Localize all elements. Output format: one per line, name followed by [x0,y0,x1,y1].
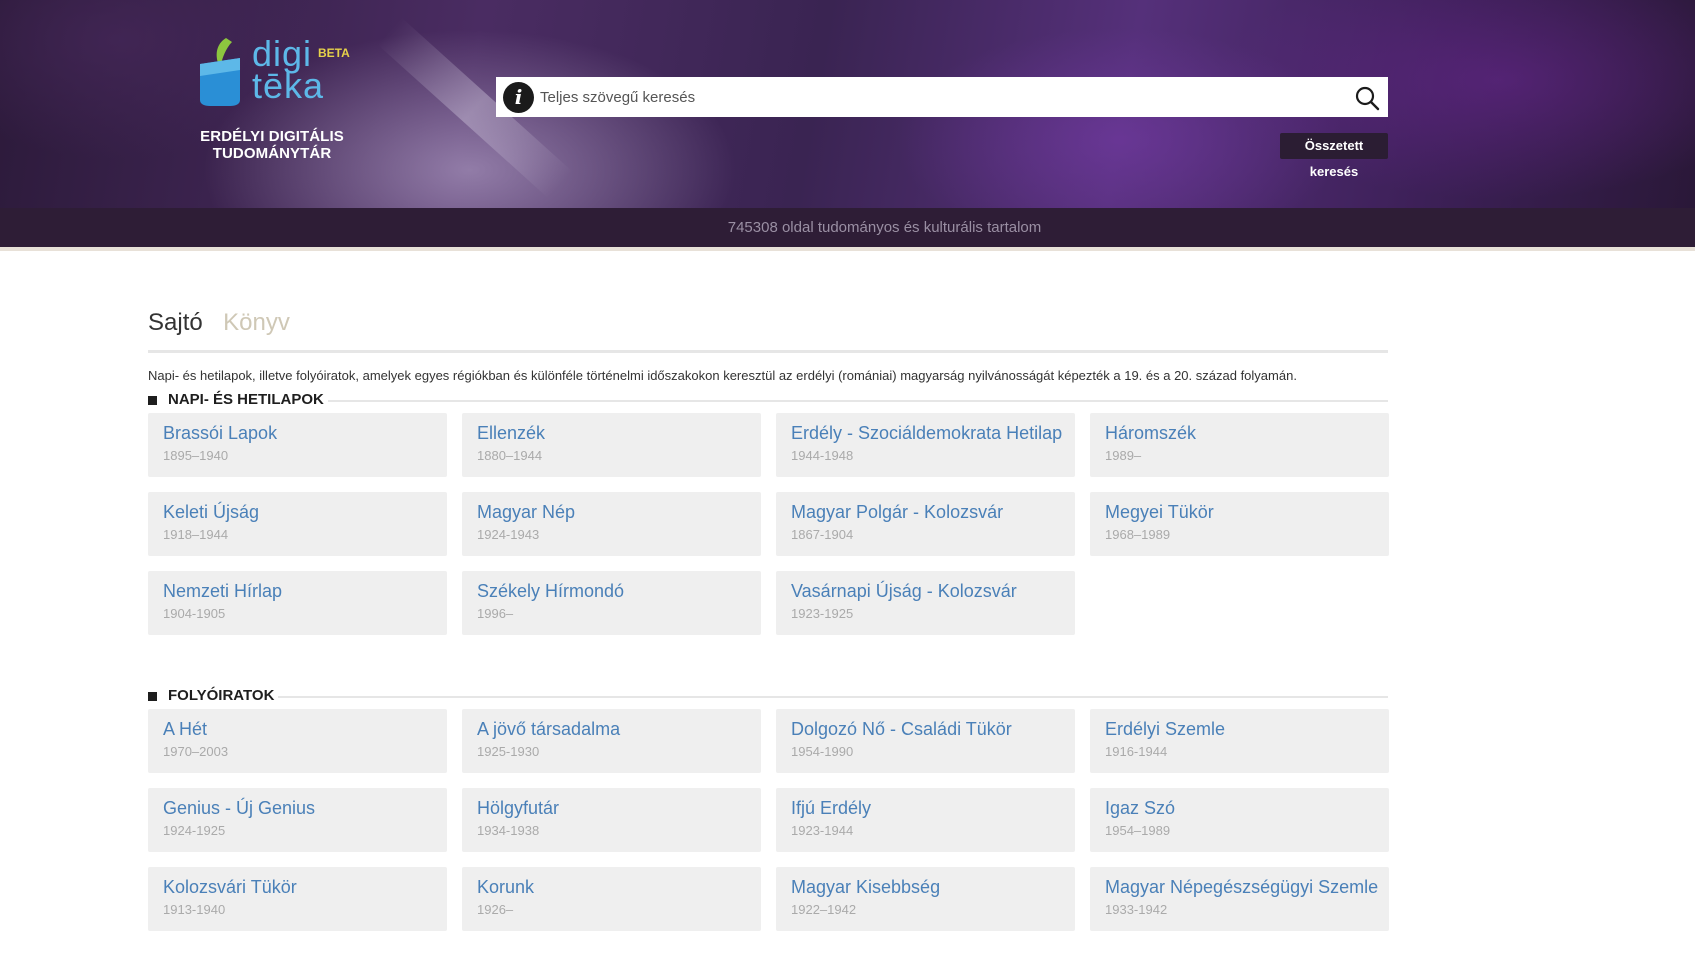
publication-title[interactable]: Nemzeti Hírlap [163,581,432,602]
publication-years: 1944-1948 [791,448,854,463]
publication-card[interactable]: Erdélyi Szemle 1916-1944 [1090,709,1389,773]
publication-title[interactable]: Kolozsvári Tükör [163,877,432,898]
publication-years: 1904-1905 [163,606,226,621]
tabs-underline [148,350,1388,353]
publication-years: 1989– [1105,448,1142,463]
publication-years: 1916-1944 [1105,744,1168,759]
logo-leaf-cup-icon [200,38,240,106]
section-rule [328,400,1388,402]
publication-years: 1954–1989 [1105,823,1171,838]
section-bullet [148,692,157,701]
publication-years: 1923-1944 [791,823,854,838]
publication-years: 1867-1904 [791,527,854,542]
search-icon[interactable] [1354,85,1380,111]
publication-card[interactable]: Brassói Lapok 1895–1940 [148,413,447,477]
publication-title[interactable]: Magyar Népegészségügyi Szemle [1105,877,1378,898]
publication-card[interactable]: Magyar Kisebbség 1922–1942 [776,867,1075,931]
publication-card[interactable]: Vasárnapi Újság - Kolozsvár 1923-1925 [776,571,1075,635]
publication-title[interactable]: Erdély - Szociáldemokrata Hetilap [791,423,1062,444]
publication-card[interactable]: Kolozsvári Tükör 1913-1940 [148,867,447,931]
publication-years: 1933-1942 [1105,902,1168,917]
publication-title[interactable]: A Hét [163,719,432,740]
publication-title[interactable]: Háromszék [1105,423,1374,444]
publication-card[interactable]: Hölgyfutár 1934-1938 [462,788,761,852]
publication-title[interactable]: Brassói Lapok [163,423,432,444]
section-rule [278,696,1388,698]
publication-years: 1968–1989 [1105,527,1171,542]
beta-badge: BETA [318,46,350,60]
category-description: Napi- és hetilapok, illetve folyóiratok,… [148,368,1297,383]
publication-card[interactable]: Genius - Új Genius 1924-1925 [148,788,447,852]
publication-card[interactable]: Dolgozó Nő - Családi Tükör 1954-1990 [776,709,1075,773]
section-title: FOLYÓIRATOK [148,687,1388,707]
publication-title[interactable]: Keleti Újság [163,502,432,523]
publication-years: 1925-1930 [477,744,540,759]
publication-card[interactable]: Ellenzék 1880–1944 [462,413,761,477]
publication-card[interactable]: Háromszék 1989– [1090,413,1389,477]
info-icon[interactable]: i [503,82,534,113]
section-bullet [148,396,157,405]
publication-card[interactable]: Magyar Nép 1924-1943 [462,492,761,556]
publication-card[interactable]: Magyar Népegészségügyi Szemle 1933-1942 [1090,867,1389,931]
publication-card[interactable]: Keleti Újság 1918–1944 [148,492,447,556]
tab-konyv[interactable]: Könyv [223,309,290,337]
publication-title[interactable]: Erdélyi Szemle [1105,719,1374,740]
publication-title[interactable]: Magyar Polgár - Kolozsvár [791,502,1060,523]
search-bar: i [496,77,1388,117]
publication-card[interactable]: Ifjú Erdély 1923-1944 [776,788,1075,852]
publication-card[interactable]: Erdély - Szociáldemokrata Hetilap 1944-19… [776,413,1075,477]
stats-bar: 745308 oldal tudományos és kulturális ta… [0,208,1695,247]
site-header: digi tēka BETA ERDÉLYI DIGITÁLIS TUDOMÁN… [0,0,1695,208]
stats-text: 745308 oldal tudományos és kulturális ta… [727,219,1042,236]
header-divider [0,247,1695,251]
publication-title[interactable]: Megyei Tükör [1105,502,1374,523]
publication-years: 1970–2003 [163,744,229,759]
publication-years: 1996– [477,606,514,621]
logo-text-teka: tēka [252,65,325,106]
publication-title[interactable]: Vasárnapi Újság - Kolozsvár [791,581,1060,602]
publication-title[interactable]: Igaz Szó [1105,798,1374,819]
publication-title[interactable]: Ellenzék [477,423,746,444]
site-tagline: ERDÉLYI DIGITÁLIS TUDOMÁNYTÁR [200,128,344,162]
category-tabs: Sajtó Könyv [148,309,306,339]
publication-years: 1924-1925 [163,823,226,838]
search-input[interactable] [540,77,1330,117]
tab-sajto[interactable]: Sajtó [148,309,203,337]
publication-years: 1880–1944 [477,448,543,463]
publication-card[interactable]: Székely Hírmondó 1996– [462,571,761,635]
publication-card[interactable]: Megyei Tükör 1968–1989 [1090,492,1389,556]
publication-title[interactable]: Korunk [477,877,746,898]
publication-title[interactable]: Magyar Nép [477,502,746,523]
publication-card[interactable]: A Hét 1970–2003 [148,709,447,773]
publication-title[interactable]: Székely Hírmondó [477,581,746,602]
publication-years: 1924-1943 [477,527,540,542]
section-title-text: NAPI- ÉS HETILAPOK [168,391,324,408]
publication-years: 1923-1925 [791,606,854,621]
publication-title[interactable]: Ifjú Erdély [791,798,1060,819]
publication-years: 1913-1940 [163,902,226,917]
publication-years: 1926– [477,902,514,917]
publication-years: 1934-1938 [477,823,540,838]
publication-card[interactable]: Magyar Polgár - Kolozsvár 1867-1904 [776,492,1075,556]
site-logo[interactable]: digi tēka BETA [196,34,366,110]
publication-title[interactable]: Genius - Új Genius [163,798,432,819]
publication-years: 1954-1990 [791,744,854,759]
publication-years: 1895–1940 [163,448,229,463]
publication-card[interactable]: Igaz Szó 1954–1989 [1090,788,1389,852]
section-title: NAPI- ÉS HETILAPOK [148,391,1388,411]
publication-title[interactable]: Dolgozó Nő - Családi Tükör [791,719,1060,740]
advanced-search-button[interactable]: Összetett keresés [1280,133,1388,179]
publication-years: 1918–1944 [163,527,229,542]
publication-title[interactable]: A jövő társadalma [477,719,746,740]
publication-title[interactable]: Magyar Kisebbség [791,877,1060,898]
publication-years: 1922–1942 [791,902,857,917]
publication-card[interactable]: Korunk 1926– [462,867,761,931]
publication-title[interactable]: Hölgyfutár [477,798,746,819]
publication-card[interactable]: A jövő társadalma 1925-1930 [462,709,761,773]
publication-card[interactable]: Nemzeti Hírlap 1904-1905 [148,571,447,635]
section-title-text: FOLYÓIRATOK [168,687,275,704]
